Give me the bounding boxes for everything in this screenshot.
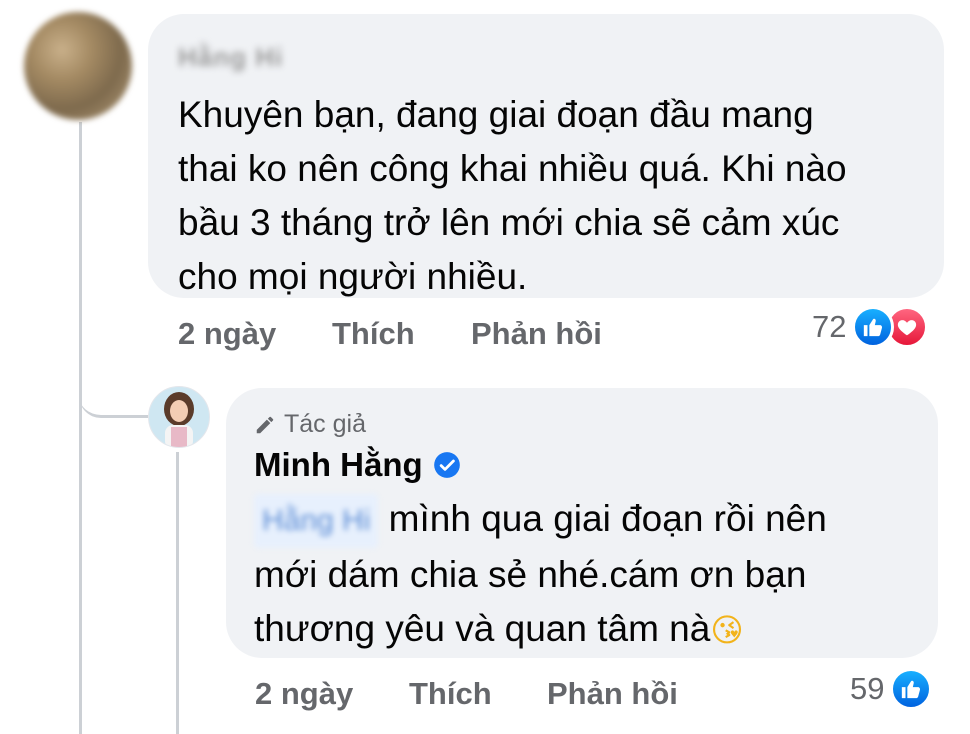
reply-line: thương yêu và quan tâm nà😘 [254,602,827,657]
thread-line-reply [176,452,179,734]
avatar[interactable] [24,12,132,120]
verified-badge-icon [433,452,460,478]
reply-bubble: Tác giả Minh Hằng Hằng Hi mình qua giai … [226,388,938,658]
commenter-name[interactable]: Hằng Hi [178,42,283,73]
comment-bubble: Hằng Hi Khuyên bạn, đang giai đoạn đầu m… [148,14,944,298]
reply-time[interactable]: 2 ngày [255,676,353,712]
author-badge-label: Tác giả [284,410,366,438]
pencil-icon [256,416,274,433]
reply-button[interactable]: Phản hồi [547,676,678,712]
reply-line-text: thương yêu và quan tâm nà [254,608,711,650]
like-icon [852,306,895,348]
reply-line-text: mình qua giai đoạn rồi nên [388,498,827,539]
like-button[interactable]: Thích [332,316,415,352]
reply-button[interactable]: Phản hồi [471,316,602,352]
thread-connector [79,380,149,418]
mention-tag[interactable]: Hằng Hi [254,494,379,549]
reaction-count: 59 [850,671,885,706]
reaction-count: 72 [812,309,847,344]
reaction-summary[interactable]: 59 [850,668,933,710]
thread-line-main [79,122,82,417]
reply-line: Hằng Hi mình qua giai đoạn rồi nên [254,492,827,549]
comment-text: Khuyên bạn, đang giai đoạn đầu mang thai… [178,88,847,304]
comment-line: Khuyên bạn, đang giai đoạn đầu mang [178,94,814,135]
commenter-name-row: Minh Hằng [254,446,461,484]
comment-time[interactable]: 2 ngày [178,316,276,352]
avatar[interactable] [148,386,210,448]
comment-line: thai ko nên công khai nhiều quá. Khi nào [178,148,847,189]
like-button[interactable]: Thích [409,676,492,712]
commenter-name[interactable]: Minh Hằng [254,446,423,484]
reply-text: Hằng Hi mình qua giai đoạn rồi nên mới d… [254,492,827,657]
comment-line: cho mọi người nhiều. [178,256,528,297]
like-icon [890,668,933,710]
thread-line-lower [79,416,82,734]
reply-line: mới dám chia sẻ nhé.cám ơn bạn [254,554,807,596]
kiss-emoji-icon: 😘 [710,611,744,650]
author-badge: Tác giả [254,410,366,439]
reaction-summary[interactable]: 72 [812,306,929,348]
comment-line: bầu 3 tháng trở lên mới chia sẽ cảm xúc [178,202,840,243]
